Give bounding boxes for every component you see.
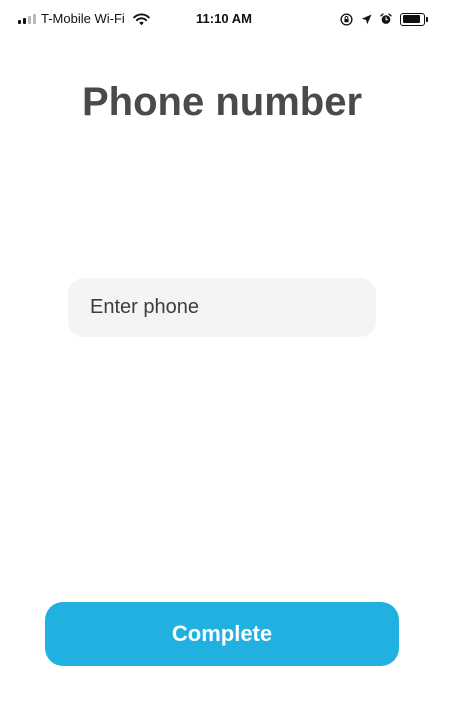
page-title: Phone number	[81, 80, 363, 124]
battery-icon	[400, 12, 428, 26]
location-arrow-icon	[361, 14, 372, 24]
status-bar: T-Mobile Wi-Fi 11:10 AM	[0, 0, 461, 38]
phone-number-screen: T-Mobile Wi-Fi 11:10 AM Phone number Ent…	[0, 0, 461, 712]
alarm-icon	[380, 13, 392, 24]
status-bar-right	[340, 11, 428, 27]
complete-button[interactable]: Complete	[45, 602, 399, 666]
phone-input[interactable]	[68, 278, 376, 337]
orientation-lock-icon	[340, 12, 353, 26]
